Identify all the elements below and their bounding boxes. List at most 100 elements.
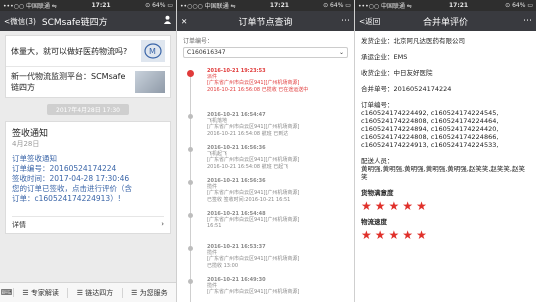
orders-label: 订单编号：	[361, 101, 394, 109]
status-bar: ••○○○ 中国联通 ⇋ 17:21 ⊙ 64% ▭	[177, 0, 354, 11]
wechat-chat-panel: •••○○ 中国联通 ⇋ 17:21 ⊙ 64% ▭ <微信(3) SCMsaf…	[0, 0, 176, 302]
page-title: 合并单评价	[422, 17, 468, 28]
article-title: 新一代物流监测平台：SCMsafe链四方	[11, 72, 126, 92]
timeline-dot	[187, 70, 194, 77]
close-icon[interactable]: ✕	[181, 17, 187, 26]
more-icon[interactable]: ⋯	[523, 16, 532, 26]
status-bar: •••○○ 中国联通 ⇋ 17:21 ⊙ 64% ▭	[355, 0, 536, 11]
timeline-event: 2016-10-21 16:56:36 飞机起飞 [广东省广州市白云区941][…	[185, 145, 354, 178]
more-icon[interactable]: ⋯	[341, 16, 350, 26]
article-item[interactable]: 新一代物流监测平台：SCMsafe链四方	[6, 67, 170, 97]
star-icon[interactable]: ★	[375, 229, 386, 241]
order-node-panel: ••○○○ 中国联通 ⇋ 17:21 ⊙ 64% ▭ ✕ 订单节点查询 ⋯ 订单…	[176, 0, 354, 302]
star-icon[interactable]: ★	[402, 200, 413, 212]
review-body: 发货企业：北京阿凡达医药有限公司 承运企业：EMS 收货企业：中日友好医院 合并…	[355, 31, 536, 247]
carrier-text: •••○○ 中国联通 ⇋	[358, 3, 412, 10]
clock-text: 17:21	[448, 2, 469, 9]
timeline-dot	[188, 213, 193, 218]
timeline: 2016-10-21 19:23:53 派件 [广东省广州市白云区941][广州…	[185, 68, 354, 302]
nav-bar: ✕ 订单节点查询 ⋯	[177, 11, 354, 31]
article-card[interactable]: 体量大，就可以做好医药物流吗? M 新一代物流监测平台：SCMsafe链四方	[5, 35, 171, 98]
person-icon[interactable]	[163, 15, 172, 27]
rating-label: 物流速度	[361, 218, 387, 226]
orders-list: c160524174224492, c160524174224545, c160…	[361, 109, 499, 149]
carrier-text: •••○○ 中国联通 ⇋	[3, 3, 57, 10]
event-line: 已签收 签收时间:2016-10-21 16:51	[207, 196, 291, 203]
article-thumbnail-image	[135, 71, 165, 93]
menu-item-chain[interactable]: ☰ 链达四方	[68, 287, 123, 298]
event-line: 2016-10-21 16:54:08 航班 已起飞	[207, 163, 289, 170]
timeline-event: 2016-10-21 16:49:30 揽件 [广东省广州市白云区941][广州…	[185, 277, 354, 302]
timeline-dot	[188, 147, 193, 152]
menu-item-expert[interactable]: ☰ 专家解读	[14, 287, 69, 298]
event-line: 16:51	[207, 223, 222, 230]
notice-heading: 签收通知	[12, 129, 49, 139]
chevron-right-icon: ›	[161, 220, 164, 228]
event-line: 已揽收 13:00	[207, 262, 238, 269]
event-line: [广东省广州市白云区941][广州机场商源]	[207, 289, 300, 296]
star-icon[interactable]: ★	[389, 229, 400, 241]
star-icon[interactable]: ★	[361, 200, 372, 212]
merge-order-review-panel: •••○○ 中国联通 ⇋ 17:21 ⊙ 64% ▭ <返回 合并单评价 ⋯ 发…	[354, 0, 536, 302]
order-label: 订单编号：	[183, 38, 214, 45]
sender-text: 发货企业：北京阿凡达医药有限公司	[361, 37, 465, 45]
receiver-text: 收货企业：中日友好医院	[361, 69, 433, 77]
clock-text: 17:21	[269, 2, 289, 9]
star-rating[interactable]: ★ ★ ★ ★ ★	[361, 200, 530, 212]
event-line: 2016-10-21 16:54:08 航班 已到达	[207, 130, 289, 137]
menu-item-service[interactable]: ☰ 为您服务	[123, 288, 176, 298]
page-title: SCMsafe链四方	[41, 17, 108, 28]
notice-line: 订单签收通知	[12, 154, 57, 163]
battery-text: ⊙ 64% ▭	[505, 2, 533, 9]
courier-list: 黄明强,黄明强,黄明强,黄明强,黄明强,赵笑笑,赵笑笑,赵笑笑	[361, 165, 525, 181]
date-separator: 2017年4月28日 17:30	[47, 104, 129, 115]
notice-line: 订单：c160524174224913）!	[12, 194, 121, 203]
star-icon[interactable]: ★	[402, 229, 413, 241]
detail-label: 详情	[12, 221, 26, 229]
timeline-event: 2016-10-21 16:56:36 揽件 [广东省广州市白云区941][广州…	[185, 178, 354, 211]
notice-date: 4月28日	[12, 140, 40, 148]
notice-line: 签收时间：2017-04-28 17:30:46	[12, 174, 130, 183]
courier-label: 配送人员：	[361, 157, 394, 165]
chevron-down-icon: ⌄	[338, 49, 344, 56]
notice-line: 订单编号：20160524174224	[12, 164, 117, 173]
star-icon[interactable]: ★	[416, 229, 427, 241]
star-icon[interactable]: ★	[361, 229, 372, 241]
article-title: 体量大，就可以做好医药物流吗?	[11, 46, 128, 56]
event-line: 2016-10-21 16:56:08 已揽收 已在途运送中	[207, 86, 309, 93]
keyboard-icon[interactable]: ⌨	[0, 288, 14, 297]
order-value: C160616347	[187, 49, 226, 56]
detail-link[interactable]: 详情 ›	[12, 216, 164, 233]
battery-text: ⊙ 64% ▭	[145, 2, 173, 9]
bottom-menu: ⌨ ☰ 专家解读 ☰ 链达四方 ☰ 为您服务	[0, 282, 176, 302]
star-icon[interactable]: ★	[416, 200, 427, 212]
battery-text: ⊙ 64% ▭	[323, 2, 351, 9]
merge-order-number: 合并单号：20160524174224	[361, 85, 452, 93]
carrier-company-text: 承运企业：EMS	[361, 53, 408, 61]
status-bar: •••○○ 中国联通 ⇋ 17:21 ⊙ 64% ▭	[0, 0, 176, 11]
timeline-dot	[188, 246, 193, 251]
rating-label: 货物满意度	[361, 189, 394, 197]
timeline-dot	[188, 180, 193, 185]
page-title: 订单节点查询	[238, 17, 293, 28]
article-thumbnail-icon: M	[141, 40, 165, 62]
back-button[interactable]: <微信(3)	[4, 16, 36, 27]
timeline-event: 2016-10-21 16:54:48 [广东省广州市白云区941][广州机场商…	[185, 211, 354, 244]
svg-text:M: M	[149, 47, 156, 56]
carrier-text: ••○○○ 中国联通 ⇋	[180, 3, 236, 10]
star-icon[interactable]: ★	[375, 200, 386, 212]
back-button[interactable]: <返回	[359, 16, 380, 27]
timeline-event: 2016-10-21 19:23:53 派件 [广东省广州市白云区941][广州…	[185, 68, 354, 112]
timeline-event: 2016-10-21 16:53:37 揽件 [广东省广州市白云区941][广州…	[185, 244, 354, 277]
star-rating[interactable]: ★ ★ ★ ★ ★	[361, 229, 530, 241]
order-select[interactable]: C160616347 ⌄	[183, 47, 348, 58]
timeline-dot	[188, 114, 193, 119]
nav-bar: <微信(3) SCMsafe链四方	[0, 11, 176, 31]
timeline-event: 2016-10-21 16:54:47 飞机落地 [广东省广州市白云区941][…	[185, 112, 354, 145]
timeline-dot	[188, 279, 193, 284]
sign-notice-card[interactable]: 签收通知 4月28日 订单签收通知 订单编号：20160524174224 签收…	[5, 121, 171, 234]
article-item[interactable]: 体量大，就可以做好医药物流吗? M	[6, 36, 170, 67]
nav-bar: <返回 合并单评价 ⋯	[355, 11, 536, 31]
notice-line: 您的订单已签收，点击进行评价（含	[12, 184, 132, 193]
star-icon[interactable]: ★	[389, 200, 400, 212]
